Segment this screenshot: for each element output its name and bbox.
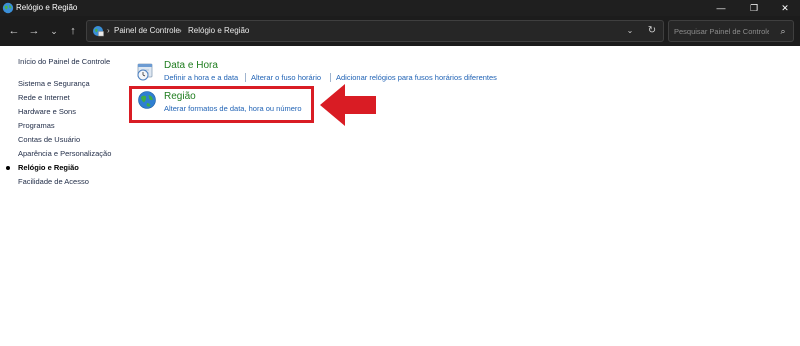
clock-calendar-icon [137, 63, 153, 81]
back-button[interactable]: ← [6, 22, 22, 40]
link-adicionar-relogios[interactable]: Adicionar relógios para fusos horários d… [336, 73, 497, 82]
sidebar-home-link[interactable]: Início do Painel de Controle [18, 57, 110, 66]
category-data-e-hora-title[interactable]: Data e Hora [164, 60, 218, 71]
window-title: Relógio e Região [16, 3, 78, 12]
red-arrow-annotation [320, 84, 376, 126]
breadcrumb-painel-de-controle[interactable]: Painel de Controle [114, 25, 180, 37]
close-button[interactable]: ✕ [770, 0, 800, 16]
link-divider [330, 73, 331, 82]
breadcrumb-separator: › [107, 26, 110, 35]
title-bar: Relógio e Região — ❐ ✕ [0, 0, 800, 16]
active-bullet [6, 166, 10, 170]
search-icon[interactable]: ⌕ [777, 25, 789, 37]
maximize-button[interactable]: ❐ [739, 0, 769, 16]
sidebar-item-programas[interactable]: Programas [18, 121, 55, 130]
sidebar-item-relogio-e-regiao[interactable]: Relógio e Região [6, 163, 79, 172]
recent-locations-button[interactable]: ⌄ [46, 22, 62, 40]
search-box[interactable]: ⌕ [668, 20, 794, 42]
sidebar-item-hardware-e-sons[interactable]: Hardware e Sons [18, 107, 76, 116]
sidebar-item-aparencia-e-personalizacao[interactable]: Aparência e Personalização [18, 149, 111, 158]
link-alterar-fuso-horario[interactable]: Alterar o fuso horário [251, 73, 321, 82]
sidebar-item-label: Relógio e Região [18, 163, 79, 172]
sidebar-item-rede-e-internet[interactable]: Rede e Internet [18, 93, 70, 102]
breadcrumb-relogio-e-regiao[interactable]: Relógio e Região [188, 25, 249, 37]
minimize-button[interactable]: — [706, 0, 736, 16]
sidebar-item-sistema-e-seguranca[interactable]: Sistema e Segurança [18, 79, 90, 88]
link-definir-hora-data[interactable]: Definir a hora e a data [164, 73, 238, 82]
sidebar-item-facilidade-de-acesso[interactable]: Facilidade de Acesso [18, 177, 89, 186]
forward-button[interactable]: → [26, 22, 42, 40]
up-button[interactable]: ↑ [65, 22, 81, 40]
breadcrumb-separator: › [179, 26, 182, 35]
refresh-button[interactable]: ↻ [645, 24, 659, 38]
link-divider [245, 73, 246, 82]
search-input[interactable] [674, 24, 769, 38]
sidebar-item-contas-de-usuario[interactable]: Contas de Usuário [18, 135, 80, 144]
address-dropdown-button[interactable]: ⌄ [623, 24, 637, 38]
address-bar[interactable]: › Painel de Controle › Relógio e Região … [86, 20, 664, 42]
globe-icon [2, 2, 14, 14]
control-panel-icon [93, 26, 104, 37]
highlight-box [129, 86, 314, 123]
navigation-bar: ← → ⌄ ↑ › Painel de Controle › Relógio e… [0, 16, 800, 46]
